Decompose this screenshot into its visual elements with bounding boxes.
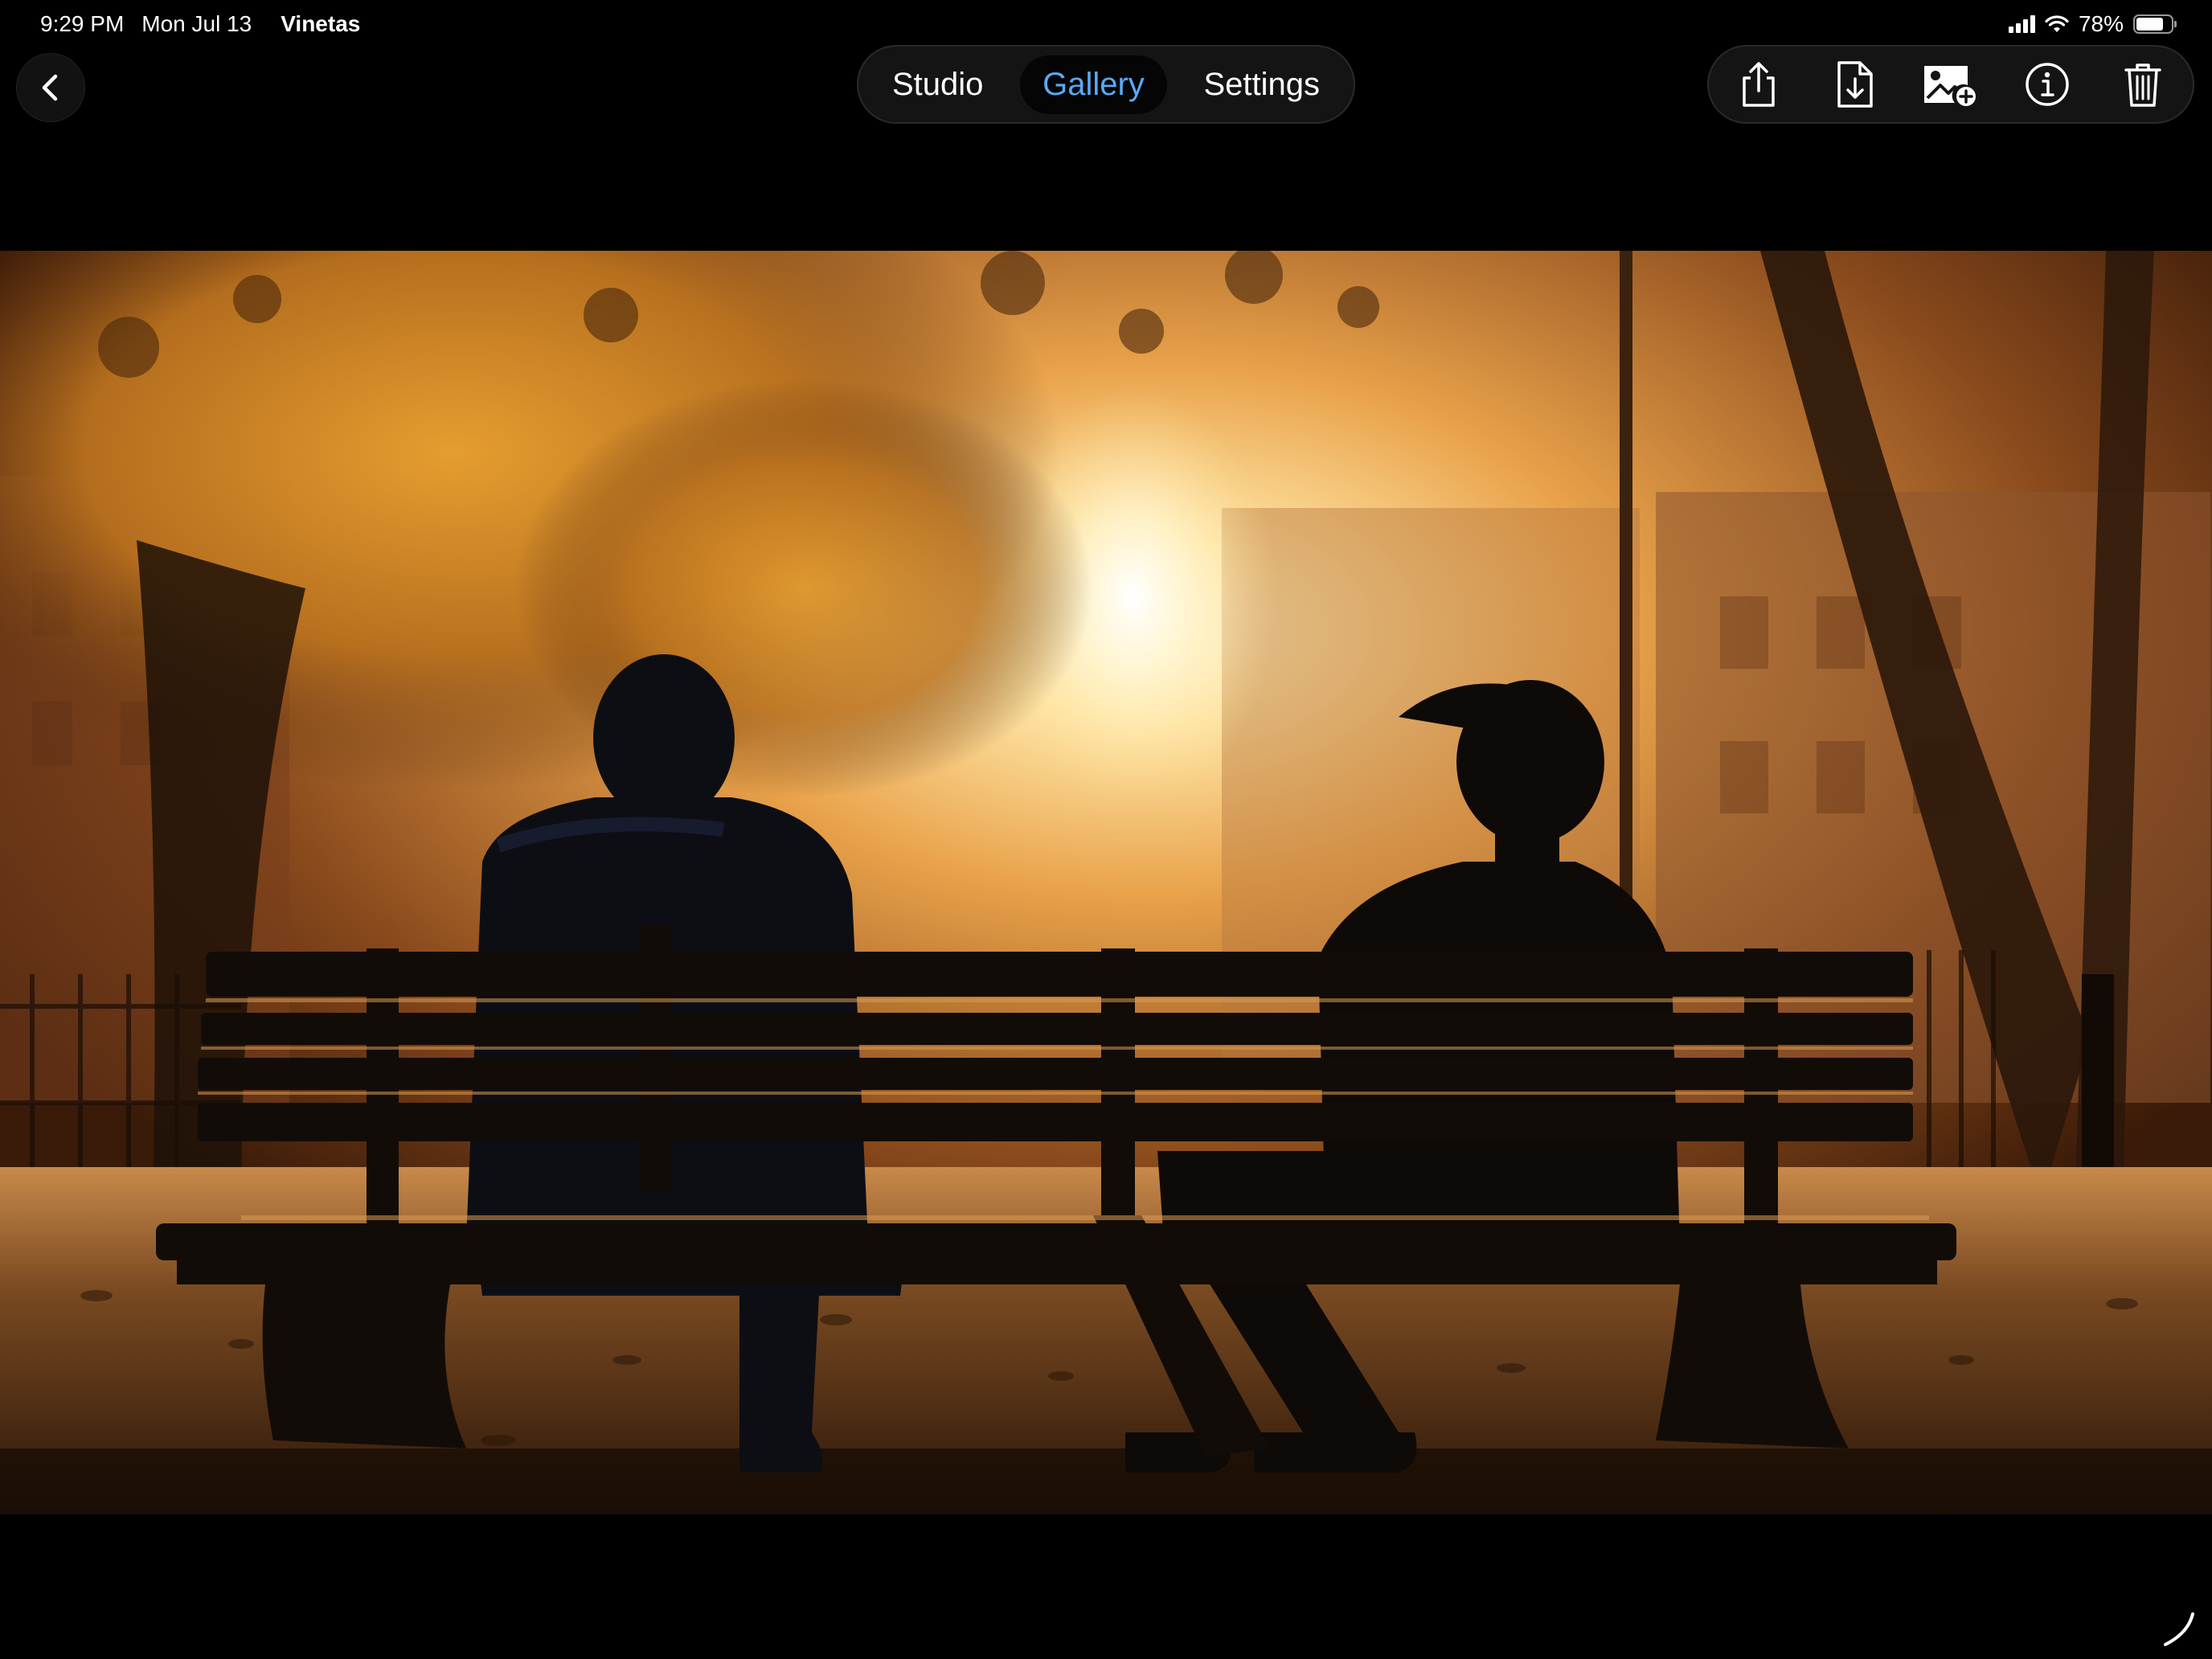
tab-settings[interactable]: Settings — [1181, 55, 1342, 114]
cellular-signal-icon — [2008, 15, 2035, 33]
photo-toolbar — [1707, 45, 2194, 124]
wifi-icon — [2045, 15, 2069, 32]
share-button[interactable] — [1727, 52, 1791, 117]
screen: 9:29 PM Mon Jul 13 Vinetas 78% Studio Ga… — [0, 0, 2212, 1659]
battery-percentage: 78% — [2078, 11, 2124, 36]
status-bar: 9:29 PM Mon Jul 13 Vinetas 78% — [0, 0, 2212, 51]
mode-tabs: Studio Gallery Settings — [857, 45, 1355, 124]
status-date: Mon Jul 13 — [141, 11, 252, 36]
trash-icon — [2124, 63, 2161, 107]
status-app-name: Vinetas — [281, 11, 361, 36]
export-document-icon — [1837, 61, 1873, 108]
gallery-photo[interactable] — [0, 251, 2212, 1514]
export-document-button[interactable] — [1823, 52, 1887, 117]
info-button[interactable] — [2015, 52, 2079, 117]
share-icon — [1743, 62, 1775, 107]
back-button[interactable] — [16, 53, 85, 122]
status-left: 9:29 PM Mon Jul 13 Vinetas — [40, 11, 360, 37]
battery-icon — [2133, 14, 2177, 34]
status-time: 9:29 PM — [40, 11, 125, 36]
info-icon — [2025, 63, 2069, 106]
status-right: 78% — [2008, 11, 2177, 37]
tab-studio[interactable]: Studio — [870, 55, 1006, 114]
chevron-left-icon — [42, 74, 58, 101]
battery-fill — [2136, 18, 2163, 31]
tab-gallery[interactable]: Gallery — [1020, 55, 1167, 114]
photo-artwork — [0, 251, 2212, 1514]
add-image-icon — [1924, 66, 1976, 106]
add-image-button[interactable] — [1919, 52, 1983, 117]
delete-button[interactable] — [2111, 52, 2175, 117]
resize-handle-icon[interactable] — [2153, 1603, 2201, 1651]
